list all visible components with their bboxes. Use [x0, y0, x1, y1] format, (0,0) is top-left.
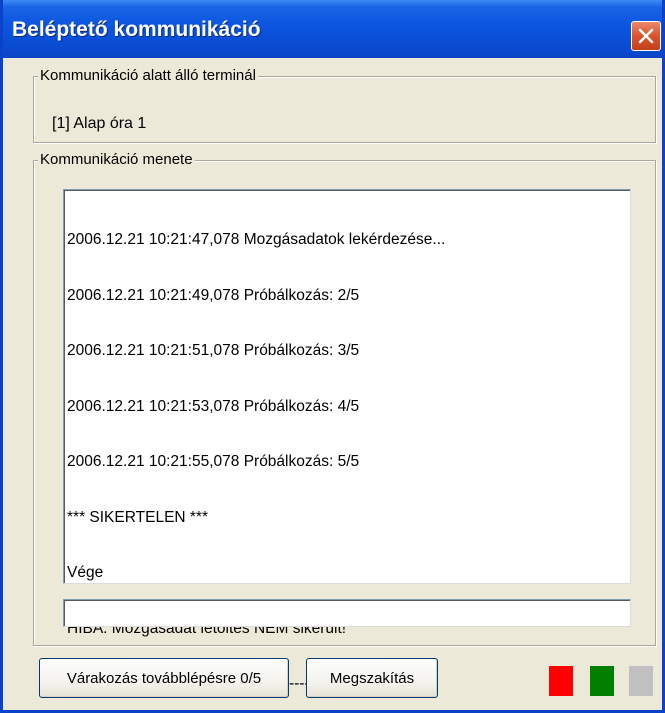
- log-line: Vége: [67, 564, 104, 581]
- abort-button[interactable]: Megszakítás: [306, 658, 438, 698]
- red-indicator: [549, 666, 573, 696]
- terminal-name: [1] Alap óra 1: [52, 115, 147, 132]
- window-title: Beléptető kommunikáció: [12, 18, 261, 41]
- wait-button[interactable]: Várakozás továbblépésre 0/5: [39, 658, 289, 698]
- dialog-window: Beléptető kommunikáció Kommunikáció alat…: [0, 0, 665, 713]
- log-line: 2006.12.21 10:21:49,078 Próbálkozás: 2/5: [67, 286, 360, 304]
- communication-log[interactable]: 2006.12.21 10:21:47,078 Mozgásadatok lek…: [63, 189, 631, 692]
- terminal-group: Kommunikáció alatt álló terminál [1] Ala…: [33, 67, 656, 143]
- log-line: 2006.12.21 10:21:53,078 Próbálkozás: 4/5: [67, 397, 360, 415]
- close-icon: [638, 28, 654, 44]
- green-indicator: [590, 666, 614, 696]
- log-lines: 2006.12.21 10:21:47,078 Mozgásadatok lek…: [67, 194, 446, 710]
- log-line: *** SIKERTELEN ***: [67, 508, 208, 526]
- progress-group-legend: Kommunikáció menete: [38, 151, 195, 168]
- gray-indicator: [629, 666, 653, 696]
- log-line: 2006.12.21 10:21:51,078 Próbálkozás: 3/5: [67, 342, 360, 359]
- log-line: 2006.12.21 10:21:55,078 Próbálkozás: 5/5: [67, 453, 360, 470]
- status-field[interactable]: [63, 599, 631, 627]
- close-button[interactable]: [631, 21, 661, 51]
- log-line: 2006.12.21 10:21:47,078 Mozgásadatok lek…: [67, 231, 446, 248]
- terminal-group-legend: Kommunikáció alatt álló terminál: [38, 67, 258, 84]
- title-bar[interactable]: Beléptető kommunikáció: [3, 0, 662, 58]
